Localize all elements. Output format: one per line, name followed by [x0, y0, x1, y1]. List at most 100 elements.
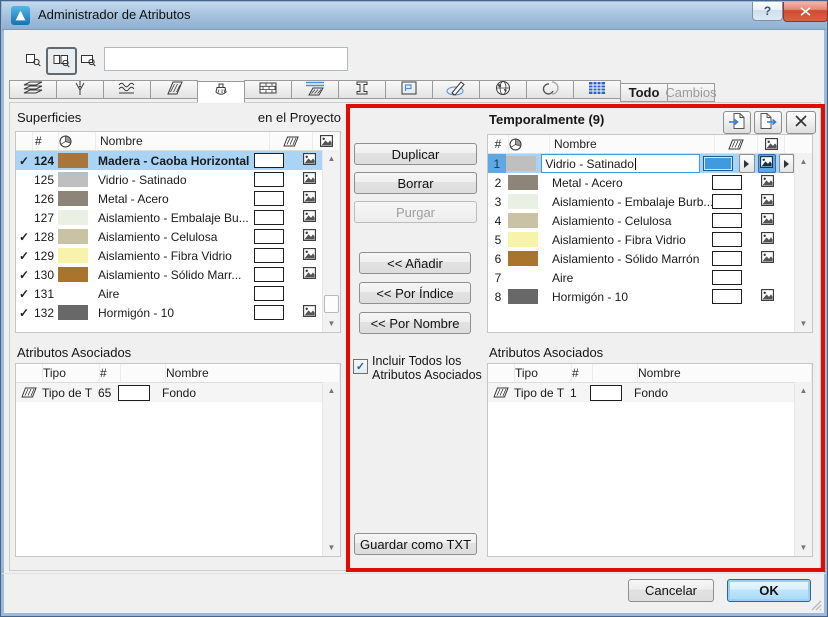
tab-pens[interactable] — [56, 80, 104, 99]
by-name-button[interactable]: << Por Nombre — [359, 312, 471, 334]
fill-preview[interactable] — [254, 248, 284, 263]
list-item[interactable]: 126 Metal - Acero — [16, 189, 322, 208]
search-input[interactable] — [104, 47, 348, 71]
save-txt-button[interactable]: Guardar como TXT — [354, 533, 477, 555]
list-item[interactable]: 3 Aislamiento - Embalaje Burb... — [488, 192, 794, 211]
row-name: Aislamiento - Fibra Vidrio — [98, 248, 232, 263]
tab-building-materials[interactable] — [291, 80, 339, 99]
tab-todo[interactable]: Todo — [620, 83, 668, 102]
assoc-name: Fondo — [162, 385, 197, 400]
left-assoc-scrollbar[interactable]: ▲ ▼ — [322, 382, 340, 556]
scroll-up-icon[interactable]: ▲ — [324, 383, 339, 398]
titlebar[interactable]: Administrador de Atributos ? — [2, 2, 828, 30]
name-edit-field[interactable]: Vidrio - Satinado — [541, 154, 701, 173]
texture-icon — [302, 172, 316, 187]
scroll-up-icon[interactable]: ▲ — [796, 383, 811, 398]
include-associated-checkbox[interactable]: ✓ — [353, 359, 368, 374]
resize-grip-icon[interactable] — [810, 599, 822, 611]
temporary-scrollbar[interactable]: ▲ ▼ — [794, 153, 812, 332]
help-button[interactable]: ? — [752, 2, 783, 21]
check-mark-icon: ✓ — [18, 286, 30, 301]
fill-preview[interactable] — [712, 289, 742, 304]
list-item[interactable]: 2 Metal - Acero — [488, 173, 794, 192]
row-name: Vidrio - Satinado — [98, 172, 187, 187]
list-item[interactable]: 8 Hormigón - 10 — [488, 287, 794, 306]
search-by-name-button[interactable] — [75, 47, 102, 73]
color-swatch — [508, 251, 548, 266]
tab-composites[interactable] — [244, 80, 292, 99]
delete-button[interactable]: Borrar — [354, 172, 477, 194]
fill-preview[interactable] — [254, 172, 284, 187]
right-assoc-scrollbar[interactable]: ▲ ▼ — [794, 382, 812, 556]
tab-fill-types[interactable] — [150, 80, 198, 99]
scroll-up-icon[interactable]: ▲ — [796, 154, 811, 169]
list-item[interactable]: 1 Vidrio - Satinado — [488, 154, 795, 173]
row-number: 129 — [34, 248, 55, 263]
import-attributes-button[interactable] — [723, 111, 751, 134]
tab-renovation[interactable] — [526, 80, 574, 99]
fill-expand-button[interactable] — [739, 154, 755, 173]
list-item[interactable]: 127 Aislamiento - Embalaje Bu... — [16, 208, 322, 227]
list-item[interactable]: ✓ 128 Aislamiento - Celulosa — [16, 227, 322, 246]
list-item[interactable]: ✓ 131 Aire — [16, 284, 322, 303]
clear-list-button[interactable] — [786, 111, 816, 134]
scroll-down-icon[interactable]: ▼ — [324, 540, 339, 555]
list-item[interactable]: ✓ 129 Aislamiento - Fibra Vidrio — [16, 246, 322, 265]
list-item[interactable]: 5 Aislamiento - Fibra Vidrio — [488, 230, 794, 249]
tab-layers[interactable] — [9, 80, 57, 99]
list-item[interactable]: 4 Aislamiento - Celulosa — [488, 211, 794, 230]
tab-locations[interactable] — [479, 80, 527, 99]
scroll-down-icon[interactable]: ▼ — [796, 540, 811, 555]
fill-preview[interactable] — [712, 213, 742, 228]
assoc-row[interactable]: Tipo de T 65 Fondo — [16, 383, 322, 402]
fill-preview[interactable] — [712, 194, 742, 209]
list-item[interactable]: 125 Vidrio - Satinado — [16, 170, 322, 189]
color-swatch — [508, 194, 548, 209]
surfaces-scrollbar[interactable]: ▲ ▼ — [322, 150, 340, 332]
list-item[interactable]: 6 Aislamiento - Sólido Marrón — [488, 249, 794, 268]
scroll-up-icon[interactable]: ▲ — [324, 151, 339, 166]
fill-preview[interactable] — [712, 232, 742, 247]
duplicate-button[interactable]: Duplicar — [354, 143, 477, 165]
export-attributes-button[interactable] — [754, 111, 782, 134]
tab-schedules[interactable] — [573, 80, 621, 99]
add-button[interactable]: << Añadir — [359, 252, 471, 274]
fill-preview[interactable] — [254, 267, 284, 282]
scroll-thumb[interactable] — [324, 295, 339, 313]
tab-line-types[interactable] — [103, 80, 151, 99]
list-item[interactable]: ✓ 130 Aislamiento - Sólido Marr... — [16, 265, 322, 284]
cancel-button[interactable]: Cancelar — [628, 579, 714, 602]
fill-preview[interactable] — [703, 156, 734, 171]
tab-profiles[interactable] — [338, 80, 386, 99]
texture-button[interactable] — [757, 154, 776, 173]
scroll-down-icon[interactable]: ▼ — [324, 316, 339, 331]
check-mark-icon: ✓ — [18, 229, 30, 244]
archicad-logo-icon — [11, 6, 30, 25]
tab-markup[interactable] — [432, 80, 480, 99]
fill-preview[interactable] — [254, 286, 284, 301]
fill-preview[interactable] — [254, 229, 284, 244]
swatch-color — [58, 267, 88, 282]
fill-preview[interactable] — [712, 175, 742, 190]
search-by-index-button[interactable] — [19, 47, 47, 73]
list-item[interactable]: 7 Aire — [488, 268, 794, 287]
fill-preview[interactable] — [712, 251, 742, 266]
close-button[interactable] — [783, 2, 828, 22]
scroll-down-icon[interactable]: ▼ — [796, 316, 811, 331]
ok-button[interactable]: OK — [727, 579, 811, 602]
texture-expand-button[interactable] — [778, 154, 795, 173]
tab-surfaces[interactable] — [197, 81, 245, 103]
list-item[interactable]: ✓ 132 Hormigón - 10 — [16, 303, 322, 322]
fill-preview[interactable] — [254, 191, 284, 206]
tab-zones[interactable] — [385, 80, 433, 99]
fill-preview[interactable] — [254, 153, 284, 168]
assoc-row[interactable]: Tipo de T 1 Fondo — [488, 383, 794, 402]
fill-preview[interactable] — [712, 270, 742, 285]
search-by-index-and-name-button[interactable] — [46, 47, 77, 75]
fill-preview[interactable] — [254, 210, 284, 225]
by-index-button[interactable]: << Por Índice — [359, 282, 471, 304]
fill-preview[interactable] — [254, 305, 284, 320]
swatch-color — [58, 248, 88, 263]
texture-column-icon — [758, 135, 785, 153]
list-item[interactable]: ✓ 124 Madera - Caoba Horizontal — [16, 151, 322, 170]
